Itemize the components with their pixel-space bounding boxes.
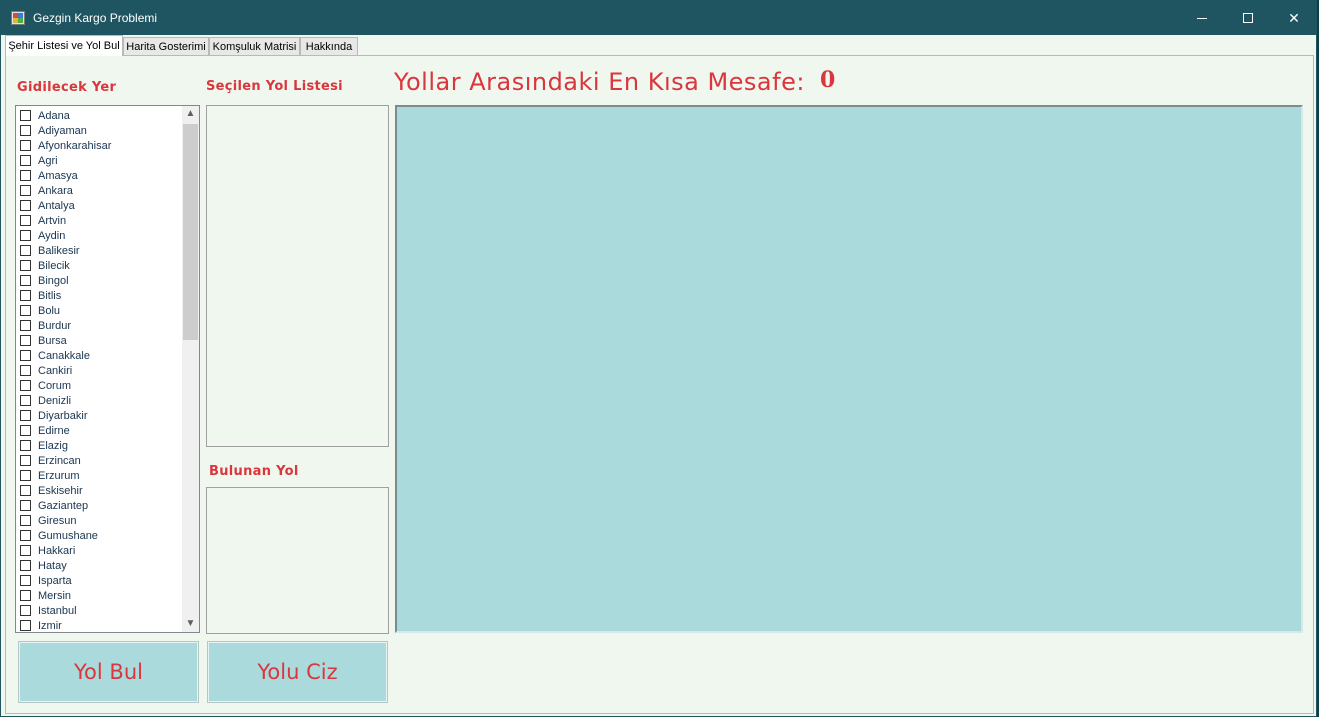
city-label: Erzincan (38, 455, 81, 467)
tab-map-view[interactable]: Harita Gosterimi (123, 37, 209, 56)
tab-adjacency-matrix[interactable]: Komşuluk Matrisi (209, 37, 300, 56)
city-label: Hakkari (38, 545, 76, 557)
city-label: Bolu (38, 305, 61, 317)
city-checkbox[interactable] (20, 380, 31, 391)
city-checkbox[interactable] (20, 215, 31, 226)
city-label: Erzurum (38, 470, 80, 482)
city-checkbox[interactable] (20, 470, 31, 481)
destination-heading: Gidilecek Yer (17, 80, 117, 95)
city-checkbox[interactable] (20, 395, 31, 406)
minimize-button[interactable] (1179, 1, 1225, 35)
city-checkbox[interactable] (20, 155, 31, 166)
city-label: Burdur (38, 320, 72, 332)
city-checkbox[interactable] (20, 515, 31, 526)
city-checkbox[interactable] (20, 545, 31, 556)
city-label: Gumushane (38, 530, 98, 542)
city-checkbox[interactable] (20, 485, 31, 496)
city-checkbox[interactable] (20, 170, 31, 181)
maximize-button[interactable] (1225, 1, 1271, 35)
window-title: Gezgin Kargo Problemi (33, 11, 158, 25)
city-checkbox[interactable] (20, 260, 31, 271)
minimize-icon (1197, 18, 1207, 19)
find-route-button[interactable]: Yol Bul (18, 641, 199, 703)
city-checkbox[interactable] (20, 185, 31, 196)
city-label: Eskisehir (38, 485, 83, 497)
tab-city-list[interactable]: Şehir Listesi ve Yol Bul (5, 35, 123, 56)
city-checkbox[interactable] (20, 500, 31, 511)
city-checkbox[interactable] (20, 575, 31, 586)
city-checkbox[interactable] (20, 455, 31, 466)
city-label: Balikesir (38, 245, 80, 257)
city-label: Denizli (38, 395, 72, 407)
city-checkbox[interactable] (20, 425, 31, 436)
city-label: Adiyaman (38, 125, 87, 137)
found-route-heading: Bulunan Yol (209, 464, 299, 479)
city-label: Ankara (38, 185, 73, 197)
city-label: Izmir (38, 620, 62, 632)
city-label: Diyarbakir (38, 410, 88, 422)
city-checkbox[interactable] (20, 125, 31, 136)
selected-route-heading: Seçilen Yol Listesi (206, 79, 343, 94)
city-checkbox[interactable] (20, 530, 31, 541)
city-label: Bingol (38, 275, 69, 287)
city-label: Adana (38, 110, 70, 122)
city-label: Bitlis (38, 290, 62, 302)
city-checkbox[interactable] (20, 200, 31, 211)
city-checkbox[interactable] (20, 275, 31, 286)
city-label: Canakkale (38, 350, 90, 362)
title-bar[interactable]: Gezgin Kargo Problemi ✕ (1, 1, 1316, 35)
city-checkbox[interactable] (20, 140, 31, 151)
city-label: Agri (38, 155, 58, 167)
city-checkbox[interactable] (20, 620, 31, 631)
city-checkbox[interactable] (20, 440, 31, 451)
city-checkbox[interactable] (20, 305, 31, 316)
city-label: Amasya (38, 170, 78, 182)
scroll-down-icon[interactable]: ▼ (182, 616, 199, 632)
city-label: Bilecik (38, 260, 70, 272)
city-label: Giresun (38, 515, 77, 527)
city-list-scrollbar[interactable]: ▲ ▼ (182, 106, 199, 632)
app-window: Gezgin Kargo Problemi ✕ Şehir Listesi ve… (0, 0, 1317, 717)
city-label: Mersin (38, 590, 72, 602)
close-icon: ✕ (1288, 10, 1300, 26)
selected-route-list[interactable] (206, 105, 389, 447)
city-label: Gaziantep (38, 500, 89, 512)
city-label: Hatay (38, 560, 67, 572)
city-checkbox[interactable] (20, 110, 31, 121)
city-checkbox[interactable] (20, 320, 31, 331)
city-checkbox[interactable] (20, 605, 31, 616)
city-label: Edirne (38, 425, 70, 437)
city-label: Corum (38, 380, 72, 392)
city-label: Antalya (38, 200, 75, 212)
city-label: Isparta (38, 575, 72, 587)
app-icon (11, 11, 25, 25)
city-checkbox[interactable] (20, 365, 31, 376)
city-checkbox[interactable] (20, 350, 31, 361)
city-label: Afyonkarahisar (38, 140, 112, 152)
map-canvas[interactable] (395, 105, 1303, 633)
city-label: Cankiri (38, 365, 73, 377)
city-checkbox[interactable] (20, 230, 31, 241)
city-label: Artvin (38, 215, 67, 227)
city-checkbox[interactable] (20, 560, 31, 571)
city-label: Aydin (38, 230, 66, 242)
city-checkbox[interactable] (20, 245, 31, 256)
tab-about[interactable]: Hakkında (300, 37, 358, 56)
city-label: Istanbul (38, 605, 77, 617)
maximize-icon (1243, 13, 1253, 23)
city-label: Bursa (38, 335, 67, 347)
close-button[interactable]: ✕ (1271, 1, 1317, 35)
shortest-distance-label: Yollar Arasındaki En Kısa Mesafe: (394, 68, 805, 96)
city-checklist[interactable]: Adana Adiyaman Afyonkarahisar Agri Amasya Ank… (15, 105, 200, 633)
found-route-list[interactable] (206, 487, 389, 634)
scroll-up-icon[interactable]: ▲ (182, 106, 199, 122)
draw-route-button[interactable]: Yolu Ciz (207, 641, 388, 703)
scroll-thumb[interactable] (183, 124, 198, 340)
city-checkbox[interactable] (20, 410, 31, 421)
shortest-distance-value: 0 (820, 67, 836, 93)
city-label: Elazig (38, 440, 68, 452)
city-checkbox[interactable] (20, 335, 31, 346)
city-checkbox[interactable] (20, 590, 31, 601)
city-checkbox[interactable] (20, 290, 31, 301)
